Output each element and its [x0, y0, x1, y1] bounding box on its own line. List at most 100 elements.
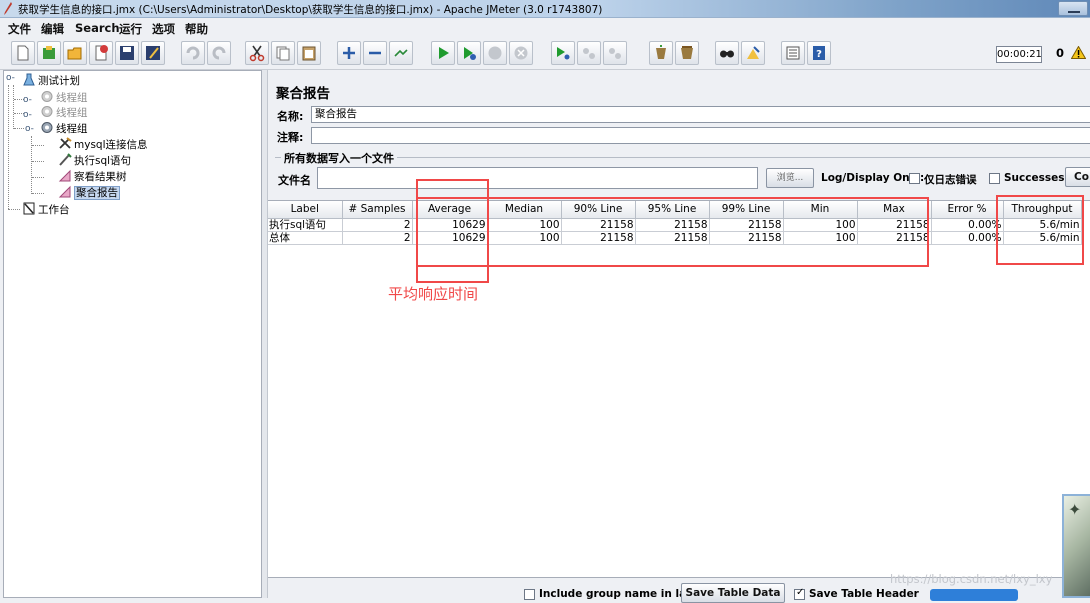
undo-icon: [186, 46, 200, 60]
start-no-pause-button[interactable]: [457, 41, 481, 65]
tree-item-jdbc-sampler[interactable]: 执行sql语句: [58, 153, 131, 168]
search-icon: [720, 50, 734, 58]
save-table-data-button[interactable]: Save Table Data: [681, 583, 785, 603]
redo-button[interactable]: [207, 41, 231, 65]
tree-item-test-plan[interactable]: 测试计划: [22, 73, 80, 88]
tree-item-thread-group[interactable]: 线程组: [40, 90, 88, 105]
tree-expand-handle[interactable]: o-: [25, 125, 34, 134]
remote-start-button[interactable]: [551, 41, 575, 65]
test-plan-icon: [23, 73, 35, 86]
tree-item-thread-group[interactable]: 线程组: [40, 105, 88, 120]
help-button[interactable]: ?: [807, 41, 831, 65]
thread-group-icon: [41, 122, 53, 133]
clear-icon: [656, 45, 666, 59]
tree-item-thread-group[interactable]: 线程组: [40, 121, 88, 136]
test-plan-tree: o- o- o- o- 测试计划 线程组 线程组 线程组 mysql连接信息 执…: [3, 70, 262, 598]
help-icon: ?: [813, 46, 825, 60]
stop-icon: [488, 46, 502, 60]
function-helper-button[interactable]: [781, 41, 805, 65]
thread-group-icon: [41, 106, 53, 117]
column-header[interactable]: Label: [268, 201, 343, 219]
cut-button[interactable]: [245, 41, 269, 65]
thread-group-icon: [41, 91, 53, 102]
svg-text:?: ?: [816, 49, 822, 60]
menu-bar: 文件 编辑 Search 运行 选项 帮助: [0, 18, 1090, 38]
menu-edit[interactable]: 编辑: [41, 21, 64, 37]
toggle-icon: [394, 49, 408, 57]
column-header[interactable]: # Samples: [342, 201, 413, 219]
table-cell: 0.00%: [931, 231, 1004, 245]
close-button[interactable]: [89, 41, 113, 65]
warning-icon: [1071, 46, 1086, 59]
save-button[interactable]: [115, 41, 139, 65]
aggregate-report-panel: 聚合报告 名称: 聚合报告 注释: 所有数据写入一个文件 文件名 浏览... L…: [267, 70, 1090, 603]
remote-exit-button[interactable]: [603, 41, 627, 65]
new-button[interactable]: [11, 41, 35, 65]
menu-file[interactable]: 文件: [8, 21, 31, 37]
open-button[interactable]: [63, 41, 87, 65]
clear-button[interactable]: [649, 41, 673, 65]
search-button[interactable]: [715, 41, 739, 65]
minimize-button[interactable]: [1058, 1, 1088, 16]
column-header[interactable]: Error %: [931, 201, 1004, 219]
floating-widget[interactable]: [930, 589, 1018, 601]
shutdown-icon: [514, 46, 528, 60]
expand-icon: [343, 47, 355, 59]
browse-button[interactable]: 浏览...: [766, 168, 814, 188]
remote-stop-button[interactable]: [577, 41, 601, 65]
clear-all-icon: [681, 46, 693, 59]
include-group-checkbox[interactable]: [524, 589, 535, 600]
tree-item-mysql-config[interactable]: mysql连接信息: [58, 137, 148, 152]
copy-icon: [276, 46, 290, 61]
expand-button[interactable]: [337, 41, 361, 65]
panel-title: 聚合报告: [276, 86, 330, 102]
clear-all-button[interactable]: [675, 41, 699, 65]
undo-button[interactable]: [181, 41, 205, 65]
function-helper-icon: [786, 46, 800, 60]
tree-item-workbench[interactable]: 工作台: [22, 202, 70, 217]
menu-options[interactable]: 选项: [152, 21, 175, 37]
window-title: 获取学生信息的接口.jmx (C:\Users\Administrator\De…: [18, 4, 603, 16]
reset-search-button[interactable]: [741, 41, 765, 65]
errors-only-checkbox[interactable]: [909, 173, 920, 184]
tree-expand-handle[interactable]: o-: [23, 111, 32, 120]
highlight-stats-box: [416, 197, 929, 267]
configure-button[interactable]: Co: [1065, 167, 1090, 187]
tree-item-aggregate-report[interactable]: 聚合报告: [58, 185, 120, 200]
templates-button[interactable]: [37, 41, 61, 65]
toggle-button[interactable]: [389, 41, 413, 65]
tree-item-view-results-tree[interactable]: 察看结果树: [58, 169, 127, 184]
redo-icon: [212, 46, 226, 60]
tree-expand-handle[interactable]: o-: [23, 96, 32, 105]
cut-icon: [249, 45, 265, 62]
collapse-button[interactable]: [363, 41, 387, 65]
paste-button[interactable]: [297, 41, 321, 65]
errors-only-label: 仅日志错误: [924, 174, 977, 186]
annotation-text: 平均响应时间: [388, 285, 479, 303]
save-as-button[interactable]: [141, 41, 165, 65]
start-button[interactable]: [431, 41, 455, 65]
menu-help[interactable]: 帮助: [185, 21, 208, 37]
error-counter[interactable]: 0: [1056, 46, 1086, 60]
save-icon: [120, 46, 134, 60]
comment-field[interactable]: [311, 127, 1090, 144]
tree-expand-handle[interactable]: o-: [6, 74, 15, 83]
save-table-header-checkbox[interactable]: [794, 587, 805, 600]
jmeter-feather-icon: [4, 2, 12, 15]
config-element-icon: [59, 137, 72, 149]
error-count: 0: [1055, 46, 1064, 60]
menu-search[interactable]: Search: [75, 21, 120, 35]
shutdown-button[interactable]: [509, 41, 533, 65]
remote-exit-icon: [609, 48, 621, 59]
successes-checkbox[interactable]: [989, 173, 1000, 184]
successes-label: Successes: [1004, 172, 1065, 184]
stop-button[interactable]: [483, 41, 507, 65]
table-cell: 2: [342, 231, 413, 245]
table-cell: 总体: [268, 231, 343, 245]
listener-icon: [58, 169, 71, 182]
copy-button[interactable]: [271, 41, 295, 65]
name-field[interactable]: 聚合报告: [311, 106, 1090, 123]
filename-input[interactable]: [317, 167, 758, 189]
thumbnail-glyph-icon: ✦: [1068, 500, 1082, 519]
menu-run[interactable]: 运行: [119, 21, 142, 37]
